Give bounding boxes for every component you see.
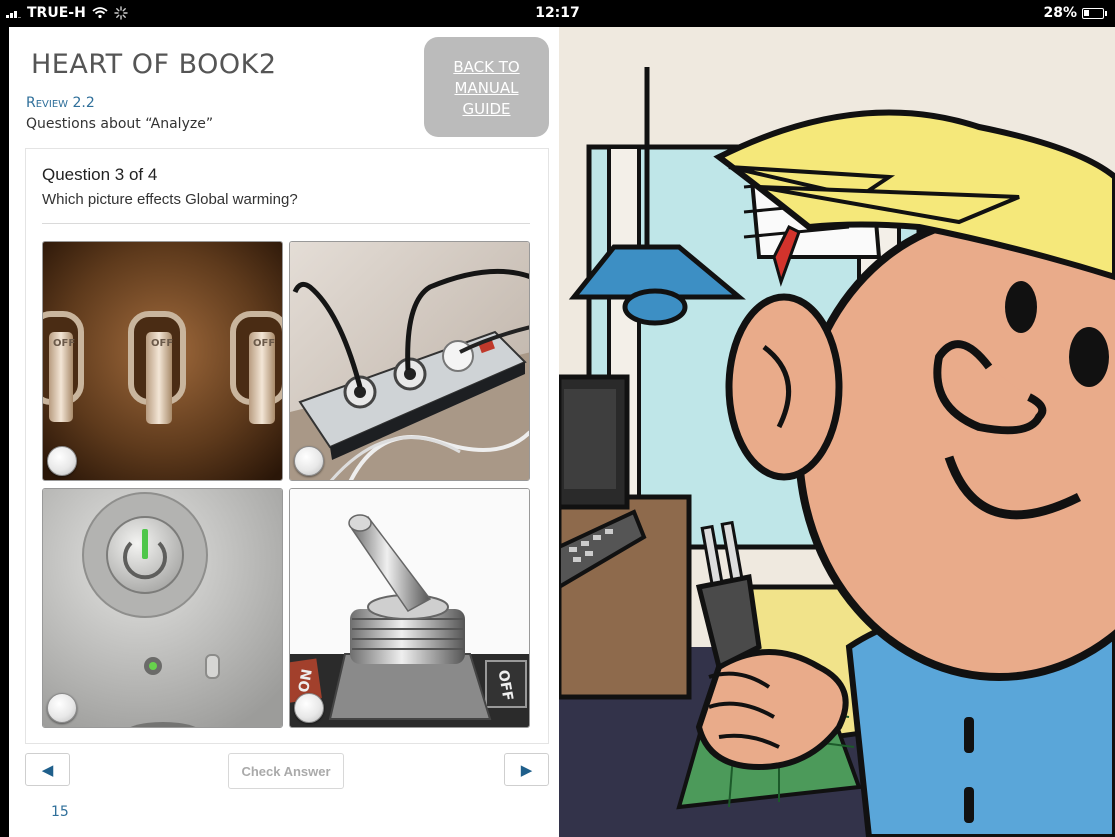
review-label: Review 2.2 xyxy=(26,95,95,111)
status-bar: TRUE-H 12:17 28% xyxy=(0,0,1115,27)
next-question-button[interactable]: ▶ xyxy=(504,753,549,786)
toggle-switch-photo: ON OFF xyxy=(290,489,529,727)
answer-option-c[interactable] xyxy=(42,488,283,728)
answer-radio-d[interactable] xyxy=(294,693,324,723)
power-button-photo xyxy=(43,489,282,727)
quiz-page: HEART OF BOOK2 Review 2.2 Questions abou… xyxy=(9,27,559,837)
back-button-line-1: BACK TO xyxy=(453,58,520,76)
status-right: 28% xyxy=(1043,5,1107,21)
answer-option-d[interactable]: ON OFF xyxy=(289,488,530,728)
previous-arrow-icon: ◀ xyxy=(41,761,54,779)
next-arrow-icon: ▶ xyxy=(520,761,533,779)
cartoon-boy-holding-plug-illustration xyxy=(559,27,1115,837)
answer-radio-b[interactable] xyxy=(294,446,324,476)
divider xyxy=(42,223,530,224)
check-answer-button[interactable]: Check Answer xyxy=(228,753,344,789)
back-to-manual-guide-button[interactable]: BACK TO MANUAL GUIDE xyxy=(424,37,549,137)
battery-percent: 28% xyxy=(1043,5,1077,21)
battery-icon xyxy=(1082,7,1104,19)
status-time: 12:17 xyxy=(535,5,580,21)
light-switches-off-photo: OFF OFF OFF xyxy=(43,242,282,480)
answer-radio-a[interactable] xyxy=(47,446,77,476)
back-button-line-3: GUIDE xyxy=(462,100,511,118)
review-subtitle: Questions about “Analyze” xyxy=(26,116,214,132)
page-number: 15 xyxy=(51,804,69,820)
switch-a-label-2: OFF xyxy=(151,338,173,349)
answer-option-b[interactable] xyxy=(289,241,530,481)
power-strip-plugs-photo xyxy=(290,242,529,480)
illustration-page xyxy=(559,27,1115,837)
back-button-line-2: MANUAL xyxy=(454,79,519,97)
answer-option-a[interactable]: OFF OFF OFF xyxy=(42,241,283,481)
battery-tip xyxy=(1105,10,1107,16)
quiz-card: Question 3 of 4 Which picture effects Gl… xyxy=(25,148,549,744)
switch-a-label-1: OFF xyxy=(53,338,75,349)
question-text: Which picture effects Global warming? xyxy=(42,191,298,208)
question-number: Question 3 of 4 xyxy=(42,165,158,184)
answer-radio-c[interactable] xyxy=(47,693,77,723)
switch-a-label-3: OFF xyxy=(253,338,275,349)
page-title: HEART OF BOOK2 xyxy=(31,49,277,80)
previous-question-button[interactable]: ◀ xyxy=(25,753,70,786)
